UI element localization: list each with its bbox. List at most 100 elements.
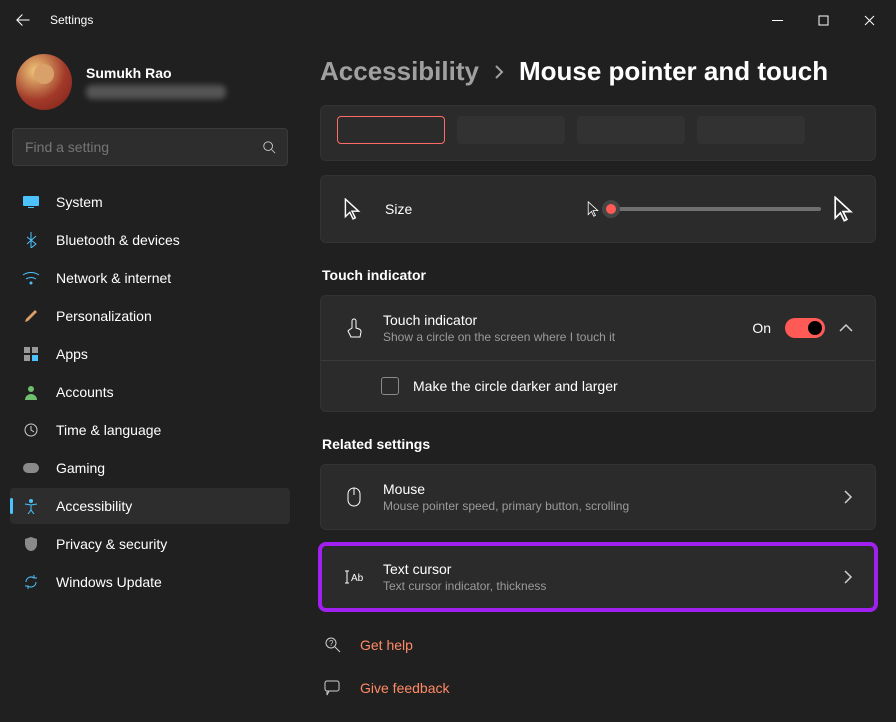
touch-icon [343, 318, 365, 338]
bluetooth-icon [22, 232, 40, 248]
touch-title: Touch indicator [383, 312, 734, 328]
sidebar-item-label: Personalization [56, 308, 152, 324]
sidebar-item-label: Gaming [56, 460, 105, 476]
sidebar-item-gaming[interactable]: Gaming [10, 450, 290, 486]
text-cursor-icon: Ab [343, 569, 365, 585]
breadcrumb-current: Mouse pointer and touch [519, 56, 828, 87]
avatar [16, 54, 72, 110]
cursor-large-icon [833, 196, 853, 222]
sidebar-item-personalization[interactable]: Personalization [10, 298, 290, 334]
mouse-icon [343, 487, 365, 507]
sidebar-item-bluetooth[interactable]: Bluetooth & devices [10, 222, 290, 258]
main-content: Accessibility Mouse pointer and touch Si… [300, 40, 896, 722]
cursor-small-icon [587, 201, 599, 217]
close-button[interactable] [846, 0, 892, 40]
pointer-style-option-1[interactable] [337, 116, 445, 144]
close-icon [864, 15, 875, 26]
checkbox-darker-larger[interactable] [381, 377, 399, 395]
breadcrumb: Accessibility Mouse pointer and touch [320, 56, 876, 87]
give-feedback-label: Give feedback [360, 680, 450, 696]
touch-section-title: Touch indicator [322, 267, 876, 283]
related-mouse-row[interactable]: Mouse Mouse pointer speed, primary butto… [321, 465, 875, 529]
maximize-button[interactable] [800, 0, 846, 40]
gamepad-icon [22, 462, 40, 474]
search-input[interactable] [12, 128, 288, 166]
touch-subrow[interactable]: Make the circle darker and larger [321, 360, 875, 411]
svg-text:Ab: Ab [351, 573, 364, 584]
sidebar-item-label: Bluetooth & devices [56, 232, 180, 248]
search-box[interactable] [12, 128, 288, 166]
titlebar: Settings [0, 0, 896, 40]
sidebar-item-network[interactable]: Network & internet [10, 260, 290, 296]
sidebar-item-time[interactable]: Time & language [10, 412, 290, 448]
accessibility-icon [22, 498, 40, 514]
wifi-icon [22, 271, 40, 285]
person-icon [22, 384, 40, 400]
pointer-style-option-4[interactable] [697, 116, 805, 144]
related-textcursor-title: Text cursor [383, 561, 825, 577]
apps-icon [22, 346, 40, 362]
touch-indicator-card: Touch indicator Show a circle on the scr… [320, 295, 876, 412]
chevron-right-icon [843, 570, 853, 584]
chevron-up-icon[interactable] [839, 323, 853, 333]
pointer-size-card: Size [320, 175, 876, 243]
touch-indicator-row[interactable]: Touch indicator Show a circle on the scr… [321, 296, 875, 360]
sidebar-item-privacy[interactable]: Privacy & security [10, 526, 290, 562]
sidebar-item-accessibility[interactable]: Accessibility [10, 488, 290, 524]
toggle-state-label: On [752, 320, 771, 336]
give-feedback-link[interactable]: Give feedback [320, 674, 876, 702]
sidebar-item-label: Network & internet [56, 270, 171, 286]
pointer-style-options [321, 106, 875, 160]
touch-toggle[interactable] [785, 318, 825, 338]
sidebar-item-label: Privacy & security [56, 536, 167, 552]
sidebar-item-label: System [56, 194, 103, 210]
get-help-link[interactable]: ? Get help [320, 630, 876, 660]
sidebar-item-accounts[interactable]: Accounts [10, 374, 290, 410]
related-mouse-title: Mouse [383, 481, 825, 497]
related-mouse-desc: Mouse pointer speed, primary button, scr… [383, 499, 825, 513]
user-email-redacted [86, 85, 226, 99]
help-icon: ? [322, 636, 344, 654]
chevron-right-icon [493, 65, 505, 79]
slider-track[interactable] [611, 207, 821, 211]
chevron-right-icon [843, 490, 853, 504]
footer-links: ? Get help Give feedback [320, 630, 876, 702]
touch-sub-label: Make the circle darker and larger [413, 378, 618, 394]
sidebar-item-apps[interactable]: Apps [10, 336, 290, 372]
update-icon [22, 574, 40, 590]
sidebar-item-label: Accessibility [56, 498, 132, 514]
related-mouse-card: Mouse Mouse pointer speed, primary butto… [320, 464, 876, 530]
sidebar-item-label: Apps [56, 346, 88, 362]
feedback-icon [322, 680, 344, 696]
clock-icon [22, 422, 40, 438]
slider-thumb[interactable] [602, 200, 620, 218]
sidebar-item-update[interactable]: Windows Update [10, 564, 290, 600]
sidebar-item-label: Windows Update [56, 574, 162, 590]
pointer-style-option-2[interactable] [457, 116, 565, 144]
user-name: Sumukh Rao [86, 65, 226, 81]
minimize-icon [772, 15, 783, 26]
pointer-style-card [320, 105, 876, 161]
related-textcursor-row[interactable]: Ab Text cursor Text cursor indicator, th… [321, 545, 875, 609]
sidebar-item-system[interactable]: System [10, 184, 290, 220]
minimize-button[interactable] [754, 0, 800, 40]
user-profile[interactable]: Sumukh Rao [10, 48, 290, 128]
svg-text:?: ? [329, 639, 334, 648]
nav: System Bluetooth & devices Network & int… [10, 184, 290, 600]
display-icon [22, 195, 40, 209]
related-section-title: Related settings [322, 436, 876, 452]
pointer-style-option-3[interactable] [577, 116, 685, 144]
back-button[interactable] [4, 0, 42, 40]
cursor-icon [343, 198, 365, 220]
search-icon [262, 140, 276, 154]
arrow-left-icon [16, 13, 30, 27]
maximize-icon [818, 15, 829, 26]
window-title: Settings [50, 13, 93, 27]
size-slider[interactable] [585, 196, 853, 222]
sidebar: Sumukh Rao System Bluetooth & devices Ne… [0, 40, 300, 722]
brush-icon [22, 308, 40, 324]
related-textcursor-desc: Text cursor indicator, thickness [383, 579, 825, 593]
shield-icon [22, 536, 40, 552]
sidebar-item-label: Time & language [56, 422, 161, 438]
breadcrumb-parent[interactable]: Accessibility [320, 56, 479, 87]
